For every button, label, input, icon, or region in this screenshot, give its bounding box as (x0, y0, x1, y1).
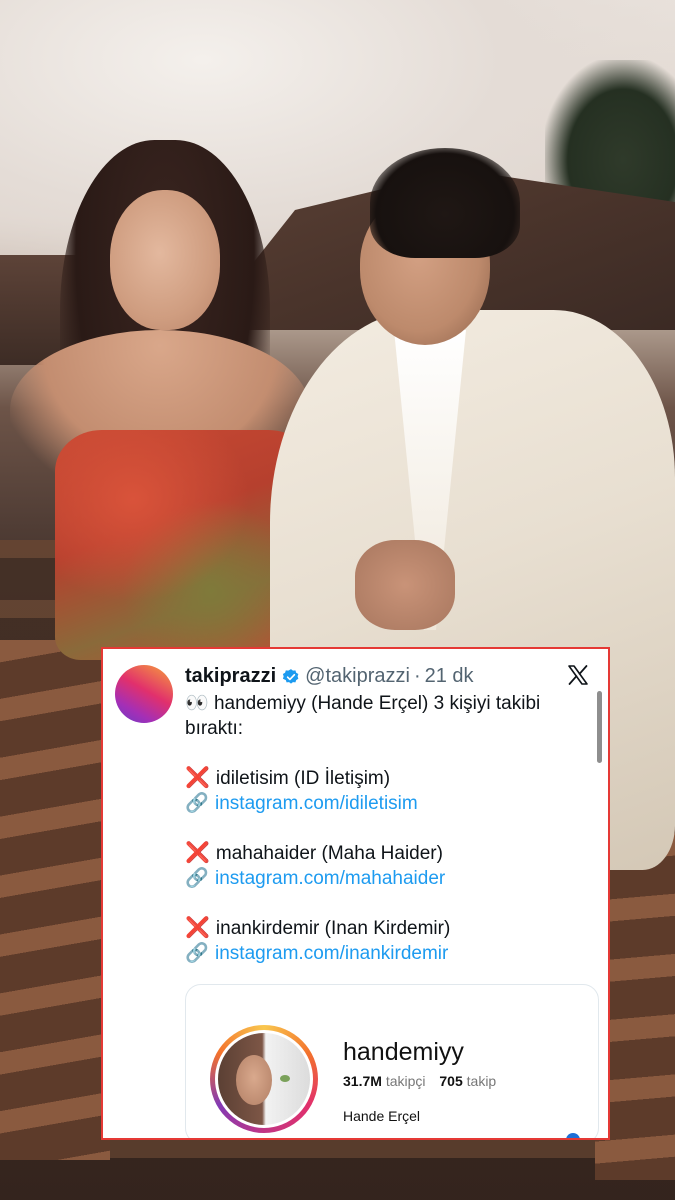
entry-name: mahahaider (Maha Haider) (215, 843, 443, 864)
following-label: takip (466, 1073, 497, 1089)
profile-full-name: Hande Erçel (343, 1108, 421, 1124)
display-name[interactable]: takiprazzi (185, 665, 276, 688)
profile-username[interactable]: handemiyy (343, 1038, 464, 1067)
cross-mark-icon: ❌ (185, 917, 210, 939)
hand (355, 540, 455, 630)
entry-name: idiletisim (ID İletişim) (215, 768, 391, 789)
scrollbar[interactable] (597, 691, 602, 763)
cross-mark-icon: ❌ (185, 767, 210, 789)
intro-text-2: bıraktı: (185, 718, 244, 739)
intro-text-1: handemiyy (Hande Erçel) 3 kişiyi takibi (213, 693, 541, 714)
tweet-card[interactable]: takiprazzi @takiprazzi · 21 dk 👀 handemi… (101, 647, 610, 1140)
entry-name: inankirdemir (Inan Kirdemir) (215, 918, 451, 939)
story-ring[interactable] (210, 1025, 318, 1133)
entry-link-row: 🔗 instagram.com/idiletisim (185, 791, 588, 816)
entry-link[interactable]: instagram.com/mahahaider (215, 868, 445, 889)
link-chain-icon: 🔗 (185, 943, 209, 964)
entry-name-row: ❌ inankirdemir (Inan Kirdemir) (185, 916, 588, 941)
entry-name-row: ❌ idiletisim (ID İletişim) (185, 766, 588, 791)
separator: · (413, 665, 421, 687)
timestamp[interactable]: 21 dk (425, 665, 474, 688)
followers-label: takipçi (385, 1073, 426, 1089)
verified-badge-icon (283, 668, 299, 684)
followers-count: 31.7M (343, 1073, 382, 1089)
profile-stats: 31.7M takipçi 705 takip (343, 1073, 506, 1089)
entry-link-row: 🔗 instagram.com/mahahaider (185, 866, 588, 891)
following-count: 705 (439, 1073, 463, 1089)
entry-link-row: 🔗 instagram.com/inankirdemir (185, 941, 588, 966)
profile-avatar (215, 1030, 313, 1128)
instagram-profile-card[interactable]: handemiyy 31.7M takipçi 705 takip Hande … (185, 984, 599, 1138)
link-chain-icon: 🔗 (185, 793, 209, 814)
handle[interactable]: @takiprazzi (305, 665, 410, 688)
intro-line: 👀 handemiyy (Hande Erçel) 3 kişiyi takib… (185, 691, 588, 716)
author-row: takiprazzi @takiprazzi · 21 dk (185, 665, 474, 688)
entry-name-row: ❌ mahahaider (Maha Haider) (185, 841, 588, 866)
entry-link[interactable]: instagram.com/idiletisim (215, 793, 418, 814)
tweet-text: 👀 handemiyy (Hande Erçel) 3 kişiyi takib… (185, 691, 588, 966)
cross-mark-icon: ❌ (185, 842, 210, 864)
x-logo-icon[interactable] (566, 663, 590, 687)
woman-face (110, 190, 220, 330)
entry-link[interactable]: instagram.com/inankirdemir (215, 943, 448, 964)
man-hair (370, 148, 520, 258)
blue-dot-icon (566, 1133, 580, 1138)
avatar-cat-eye (280, 1075, 290, 1082)
story-screen: takiprazzi @takiprazzi · 21 dk 👀 handemi… (0, 0, 675, 1200)
railing-left (0, 640, 110, 1160)
avatar[interactable] (115, 665, 173, 723)
eyes-emoji-icon: 👀 (185, 693, 209, 714)
link-chain-icon: 🔗 (185, 868, 209, 889)
avatar-face (236, 1055, 272, 1105)
